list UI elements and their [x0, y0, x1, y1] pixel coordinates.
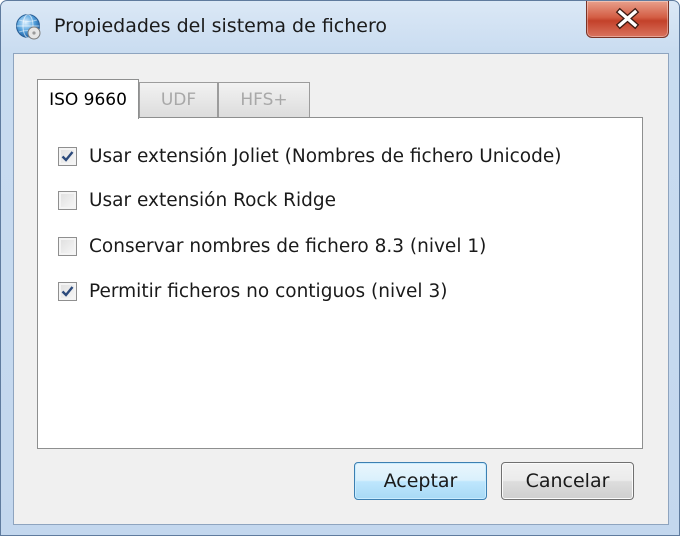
tab-iso9660[interactable]: ISO 9660	[37, 79, 139, 119]
option-label: Permitir ficheros no contiguos (nivel 3)	[89, 281, 448, 302]
option-label: Usar extensión Rock Ridge	[89, 190, 337, 211]
option-label: Conservar nombres de fichero 8.3 (nivel …	[89, 236, 487, 257]
tab-udf[interactable]: UDF	[139, 82, 218, 118]
window-title: Propiedades del sistema de fichero	[54, 15, 387, 37]
checkmark-icon	[61, 151, 74, 162]
checkbox-joliet[interactable]	[58, 147, 77, 166]
title-bar[interactable]: Propiedades del sistema de fichero	[1, 1, 679, 53]
dialog-window: Propiedades del sistema de fichero ISO 9…	[0, 0, 680, 536]
option-label: Usar extensión Joliet (Nombres de ficher…	[89, 146, 562, 167]
checkbox-rock-ridge[interactable]	[58, 191, 77, 210]
tab-hfs-plus[interactable]: HFS+	[218, 82, 310, 118]
checkmark-icon	[61, 286, 74, 297]
globe-disc-icon	[15, 13, 42, 40]
dialog-client-area: ISO 9660 UDF HFS+ Usar extensión Joliet …	[13, 53, 669, 525]
cancel-button[interactable]: Cancelar	[501, 462, 634, 500]
checkbox-non-contiguous[interactable]	[58, 282, 77, 301]
tab-panel-iso9660: Usar extensión Joliet (Nombres de ficher…	[37, 117, 643, 449]
checkbox-names-8-3[interactable]	[58, 237, 77, 256]
close-icon	[587, 1, 668, 37]
accept-button[interactable]: Aceptar	[354, 462, 487, 500]
close-button[interactable]	[586, 1, 669, 38]
